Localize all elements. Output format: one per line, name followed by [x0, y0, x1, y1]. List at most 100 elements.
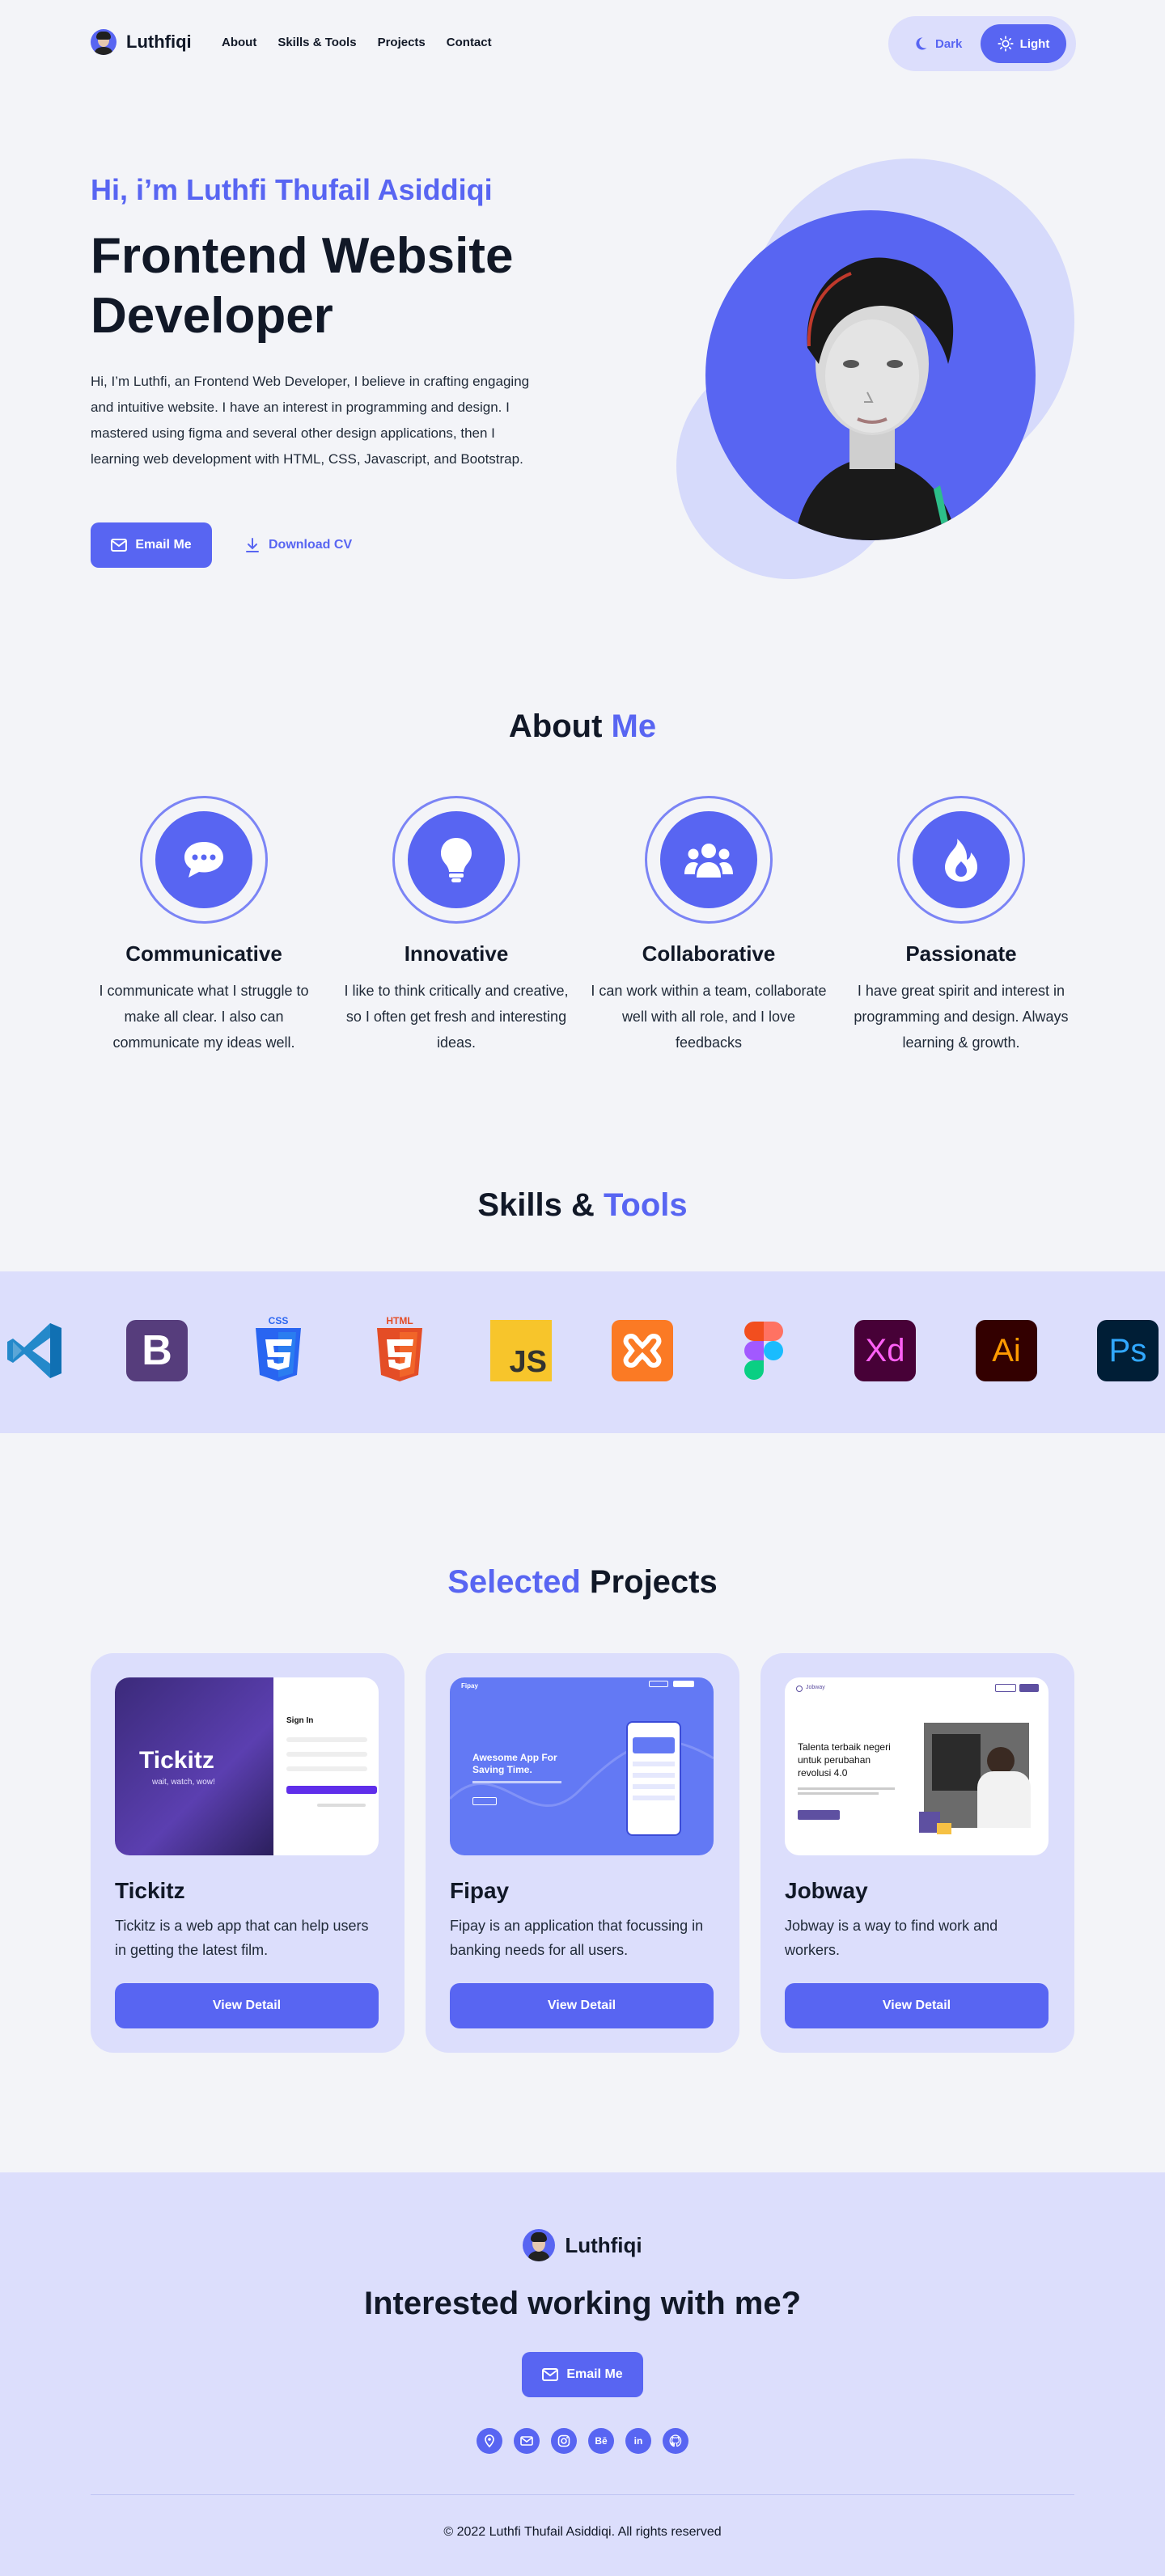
javascript-icon-label: JS	[509, 1345, 547, 1379]
chat-icon	[184, 842, 223, 878]
projects-title-main: Projects	[589, 1564, 718, 1600]
about-card-text: I communicate what I struggle to make al…	[99, 983, 309, 1051]
github-icon[interactable]	[663, 2428, 688, 2454]
behance-icon[interactable]: Bē	[588, 2428, 614, 2454]
project-card-jobway: Jobway Talenta terbaik negeri untuk peru…	[760, 1653, 1074, 2053]
social-links: Bē in	[0, 2428, 1165, 2454]
project-description: Tickitz is a web app that can help users…	[115, 1918, 369, 1958]
about-title-accent: Me	[611, 709, 657, 744]
about-icon-ring	[897, 796, 1025, 924]
footer-brand-name: Luthfiqi	[565, 2232, 642, 2257]
nav-link-contact[interactable]: Contact	[447, 36, 492, 49]
download-cv-label: Download CV	[269, 538, 353, 552]
view-detail-button[interactable]: View Detail	[115, 1983, 379, 2028]
lightbulb-icon	[441, 838, 472, 882]
bootstrap-icon: B	[126, 1320, 188, 1381]
project-description: Fipay is an application that focussing i…	[450, 1918, 704, 1958]
adobe-xd-icon-label: Xd	[854, 1320, 916, 1381]
download-cv-button[interactable]: Download CV	[244, 522, 352, 568]
css3-icon-label: CSS	[268, 1315, 289, 1326]
flame-icon	[945, 839, 977, 882]
about-card-text: I can work within a team, collaborate we…	[591, 983, 827, 1051]
about-card-title: Innovative	[404, 941, 509, 966]
avatar	[523, 2229, 556, 2261]
footer-divider	[91, 2494, 1074, 2495]
bootstrap-icon-label: B	[126, 1320, 188, 1381]
illustrator-icon: Ai	[976, 1320, 1037, 1381]
thumb-headline: Awesome App For Saving Time.	[472, 1752, 557, 1775]
theme-light-button[interactable]: Light	[981, 24, 1066, 63]
about-card-text: I like to think critically and creative,…	[344, 983, 569, 1051]
brand-name: Luthfiqi	[126, 32, 192, 52]
about-card-title: Passionate	[905, 941, 1017, 966]
skills-section-title: Skills & Tools	[0, 1187, 1165, 1224]
about-icon-ring	[140, 796, 268, 924]
photoshop-icon: Ps	[1097, 1320, 1159, 1381]
project-name: Jobway	[785, 1878, 868, 1903]
nav-link-skills[interactable]: Skills & Tools	[277, 36, 356, 49]
thumb-form-title: Sign In	[286, 1716, 314, 1725]
skills-title-accent: Tools	[603, 1187, 688, 1223]
project-name: Tickitz	[115, 1878, 185, 1903]
photoshop-icon-label: Ps	[1097, 1320, 1159, 1381]
project-thumbnail[interactable]: Jobway Talenta terbaik negeri untuk peru…	[785, 1677, 1048, 1855]
location-icon[interactable]	[477, 2428, 502, 2454]
hero-title: Frontend Website Developer	[91, 228, 514, 344]
mail-icon	[542, 2368, 559, 2381]
figma-icon	[733, 1320, 794, 1381]
html5-icon-label: HTML	[386, 1315, 413, 1326]
hero-greeting: Hi, i’m Luthfi Thufail Asiddiqi	[91, 173, 493, 206]
nav-link-projects[interactable]: Projects	[378, 36, 426, 49]
theme-toggle: Dark Light	[888, 16, 1076, 71]
about-icon-circle	[155, 811, 252, 908]
mail-icon	[111, 539, 128, 552]
mail-icon[interactable]	[514, 2428, 540, 2454]
nav-menu: About Skills & Tools Projects Contact	[222, 36, 492, 49]
skills-title-main: Skills &	[477, 1187, 595, 1223]
nav-link-about[interactable]: About	[222, 36, 256, 49]
thumb-brand: Jobway	[806, 1685, 825, 1690]
sun-icon	[998, 36, 1014, 52]
projects-title-accent: Selected	[447, 1564, 581, 1600]
thumb-headline: Talenta terbaik negeri untuk perubahan r…	[798, 1741, 891, 1779]
footer-email-button[interactable]: Email Me	[522, 2352, 643, 2397]
footer-brand[interactable]: Luthfiqi	[0, 2229, 1165, 2261]
hero-description: Hi, I’m Luthfi, an Frontend Web Develope…	[91, 374, 530, 467]
about-icon-ring	[645, 796, 773, 924]
project-thumbnail[interactable]: Tickitz wait, watch, wow! Sign In	[115, 1677, 379, 1855]
about-card-passionate: Passionate I have great spirit and inter…	[840, 796, 1082, 1055]
xampp-icon	[612, 1320, 673, 1381]
html5-icon: HTML	[369, 1315, 430, 1381]
theme-light-label: Light	[1019, 36, 1050, 51]
illustrator-icon-label: Ai	[976, 1320, 1037, 1381]
project-description: Jobway is a way to find work and workers…	[785, 1918, 998, 1958]
skills-strip: B CSS HTML JS Xd Ai Ps	[0, 1271, 1165, 1433]
view-detail-button[interactable]: View Detail	[450, 1983, 714, 2028]
email-me-button[interactable]: Email Me	[91, 522, 212, 568]
theme-dark-button[interactable]: Dark	[904, 24, 970, 63]
footer-cta: Interested working with me?	[363, 2286, 802, 2321]
about-card-text: I have great spirit and interest in prog…	[854, 983, 1069, 1051]
instagram-icon[interactable]	[551, 2428, 577, 2454]
thumb-tagline: wait, watch, wow!	[152, 1778, 215, 1787]
linkedin-icon[interactable]: in	[625, 2428, 651, 2454]
footer: Luthfiqi Interested working with me? Ema…	[0, 2172, 1165, 2576]
projects-section-title: Selected Projects	[0, 1564, 1165, 1601]
project-name: Fipay	[450, 1878, 510, 1903]
profile-photo	[705, 210, 1036, 540]
about-card-collaborative: Collaborative I can work within a team, …	[587, 796, 830, 1055]
moon-icon	[916, 37, 927, 50]
about-icon-ring	[392, 796, 520, 924]
copyright-text: © 2022 Luthfi Thufail Asiddiqi. All righ…	[443, 2525, 722, 2539]
project-thumbnail[interactable]: Fipay Awesome App For Saving Time.	[450, 1677, 714, 1855]
about-icon-circle	[660, 811, 757, 908]
avatar	[91, 29, 116, 55]
brand-logo[interactable]: Luthfiqi	[91, 29, 192, 55]
css3-icon: CSS	[248, 1315, 309, 1381]
theme-dark-label: Dark	[935, 36, 963, 51]
view-detail-button[interactable]: View Detail	[785, 1983, 1048, 2028]
about-card-title: Collaborative	[642, 941, 776, 966]
email-me-label: Email Me	[135, 538, 192, 552]
footer-email-label: Email Me	[566, 2367, 623, 2381]
about-icon-circle	[913, 811, 1010, 908]
